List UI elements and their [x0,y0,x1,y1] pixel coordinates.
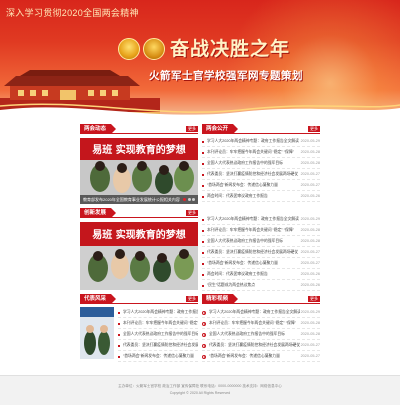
gongbao-list: 学习人大2020年两会精神专题：政府工作报告全文解读 2020-05-29 本刊评… [202,136,320,202]
list-item[interactable]: “首场两会”新闻发布会：传递信心凝聚力量 2020-05-27 [202,351,320,362]
play-icon [202,343,206,348]
header-banner: 深入学习贯彻2020全国两会精神 奋战决胜之年 火箭军士官学校强军网专题策划 [0,0,400,120]
banner-wave [0,103,400,120]
play-icon [202,321,206,326]
video-more-button[interactable]: 更多 [308,296,320,302]
daibiao-thumb[interactable] [80,307,114,359]
list-item[interactable]: 学习人大2020年两会精神专题：政府工作报告全文解读 2020-05-29 [202,136,320,147]
daibiao-panel-header: 代表风采 更多 [80,294,198,304]
page-footer: 主办单位：火箭军士官学校 政治工作部 宣传保障处 联系电话：0000-00000… [0,375,400,405]
cppcc-emblem-icon [143,38,165,60]
banner-slogan: 深入学习贯彻2020全国两会精神 [6,8,139,18]
news-panel-tag: 两会动态 [80,124,117,134]
play-icon [202,332,206,337]
list-item[interactable]: 学习人大2020年两会精神专题：政府工作报告全文解读 [118,307,198,318]
list-item[interactable]: 学习人大2020年两会精神专题：政府工作报告全文解读 2020-05-29 [202,307,320,318]
row-3: 代表风采 更多 学习人大2020年两会精神专题：政府工作报告全文解读 本刊评论员… [80,294,320,370]
sijian-panel-tag: 创新发展 [80,208,117,218]
gongbao-more-button[interactable]: 更多 [308,126,320,132]
slider-dots[interactable] [183,198,195,201]
list-item[interactable]: 本刊评论员：牢牢把握今年两会关键词 “稳定” “保障” [118,318,198,329]
list-item[interactable]: 代表委员：坚决打赢疫情防控和经济社会发展两场硬仗 [118,340,198,351]
gongbao-panel: 两会公开 更多 学习人大2020年两会精神专题：政府工作报告全文解读 2020-0… [202,124,320,202]
list-item[interactable]: 两会时间：代表团审议政府工作报告 2020-05-26 [202,269,320,280]
gongbao-panel-tag: 两会公开 [202,124,239,134]
list-item[interactable]: 本刊评论员：牢牢把握今年两会关键词 “稳定” “保障” 2020-05-28 [202,225,320,236]
national-emblem-icon [118,38,140,60]
sijian-list: 学习人大2020年两会精神专题：政府工作报告全文解读 2020-05-29 本刊评… [202,214,320,291]
sijian-panel-header: 创新发展 更多 [80,208,198,218]
news-photo[interactable]: 易班 实现教育的梦想 教育部发布2020年全国教育事业发展统计公报相关内容 [80,138,198,204]
list-item[interactable]: 代表委员：坚决打赢疫情防控和经济社会发展两场硬仗 2020-05-27 [202,169,320,180]
video-panel-header: 精彩视频 更多 [202,294,320,304]
banner-subtitle: 火箭军士官学校强军网专题策划 [149,70,303,82]
list-item[interactable]: “民生”话题成为两会热议焦点 2020-05-26 [202,280,320,291]
news-panel: 两会动态 更多 易班 实现教育的梦想 教育部发布2020年全国教育事业发展统计公… [80,124,198,204]
list-item[interactable]: “首场两会”新闻发布会：传递信心凝聚力量 2020-05-27 [202,180,320,191]
video-panel-tag: 精彩视频 [202,294,239,304]
daibiao-thumb-image [80,307,114,359]
daibiao-panel: 代表风采 更多 学习人大2020年两会精神专题：政府工作报告全文解读 本刊评论员… [80,294,198,362]
news-photo-banner-text: 易班 实现教育的梦想 [92,143,185,156]
list-item[interactable]: “首场两会”新闻发布会：传递信心凝聚力量 2020-05-27 [202,258,320,269]
list-item[interactable]: 全国人大代表热议政府工作报告中的强军目标 [118,329,198,340]
video-list: 学习人大2020年两会精神专题：政府工作报告全文解读 2020-05-29 本刊评… [202,307,320,362]
sijian-photo-image: 易班 实现教育的梦想 [80,222,198,290]
sijian-more-button[interactable]: 更多 [186,210,198,216]
gongbao-panel-header: 两会公开 更多 [202,124,320,134]
list-item[interactable]: 代表委员：坚决打赢疫情防控和经济社会发展两场硬仗 2020-05-27 [202,340,320,351]
sijian-panel: 创新发展 更多 易班 实现教育的梦想 [80,208,198,290]
banner-title: 奋战决胜之年 [170,38,291,60]
list-item[interactable]: 本刊评论员：牢牢把握今年两会关键词 “稳定” “保障” 2020-05-28 [202,147,320,158]
sijian-photo-banner-text: 易班 实现教育的梦想 [92,228,185,241]
footer-copyright: Copyright © 2020 All Rights Reserved [169,391,231,395]
row-1: 两会动态 更多 易班 实现教育的梦想 教育部发布2020年全国教育事业发展统计公… [80,124,320,204]
news-photo-caption: 教育部发布2020年全国教育事业发展统计公报相关内容 [80,195,198,204]
list-item[interactable]: 全国人大代表热议政府工作报告中的强军目标 2020-05-28 [202,329,320,340]
list-item[interactable]: 全国人大代表热议政府工作报告中的强军目标 2020-05-28 [202,236,320,247]
list-item[interactable]: 全国人大代表热议政府工作报告中的强军目标 2020-05-28 [202,158,320,169]
list-item[interactable]: 学习人大2020年两会精神专题：政府工作报告全文解读 2020-05-29 [202,214,320,225]
list-item[interactable]: “首场两会”新闻发布会：传递信心凝聚力量 [118,351,198,362]
daibiao-panel-tag: 代表风采 [80,294,117,304]
list-item[interactable]: 代表委员：坚决打赢疫情防控和经济社会发展两场硬仗 2020-05-27 [202,247,320,258]
news-more-button[interactable]: 更多 [186,126,198,132]
list-item[interactable]: 本刊评论员：牢牢把握今年两会关键词 “稳定” “保障” 2020-05-28 [202,318,320,329]
list-item[interactable]: 两会时间：代表团审议政府工作报告 2020-05-26 [202,191,320,202]
row-2: 创新发展 更多 易班 实现教育的梦想 学习人大2020年两会精神专题：政府工作报… [80,208,320,292]
video-panel: 精彩视频 更多 学习人大2020年两会精神专题：政府工作报告全文解读 2020-0… [202,294,320,362]
play-icon [202,354,206,359]
play-icon [202,310,206,315]
daibiao-more-button[interactable]: 更多 [186,296,198,302]
footer-info: 主办单位：火箭军士官学校 政治工作部 宣传保障处 联系电话：0000-00000… [118,384,282,388]
sijian-photo[interactable]: 易班 实现教育的梦想 [80,222,198,290]
news-panel-header: 两会动态 更多 [80,124,198,134]
daibiao-list: 学习人大2020年两会精神专题：政府工作报告全文解读 本刊评论员：牢牢把握今年两… [118,307,198,362]
